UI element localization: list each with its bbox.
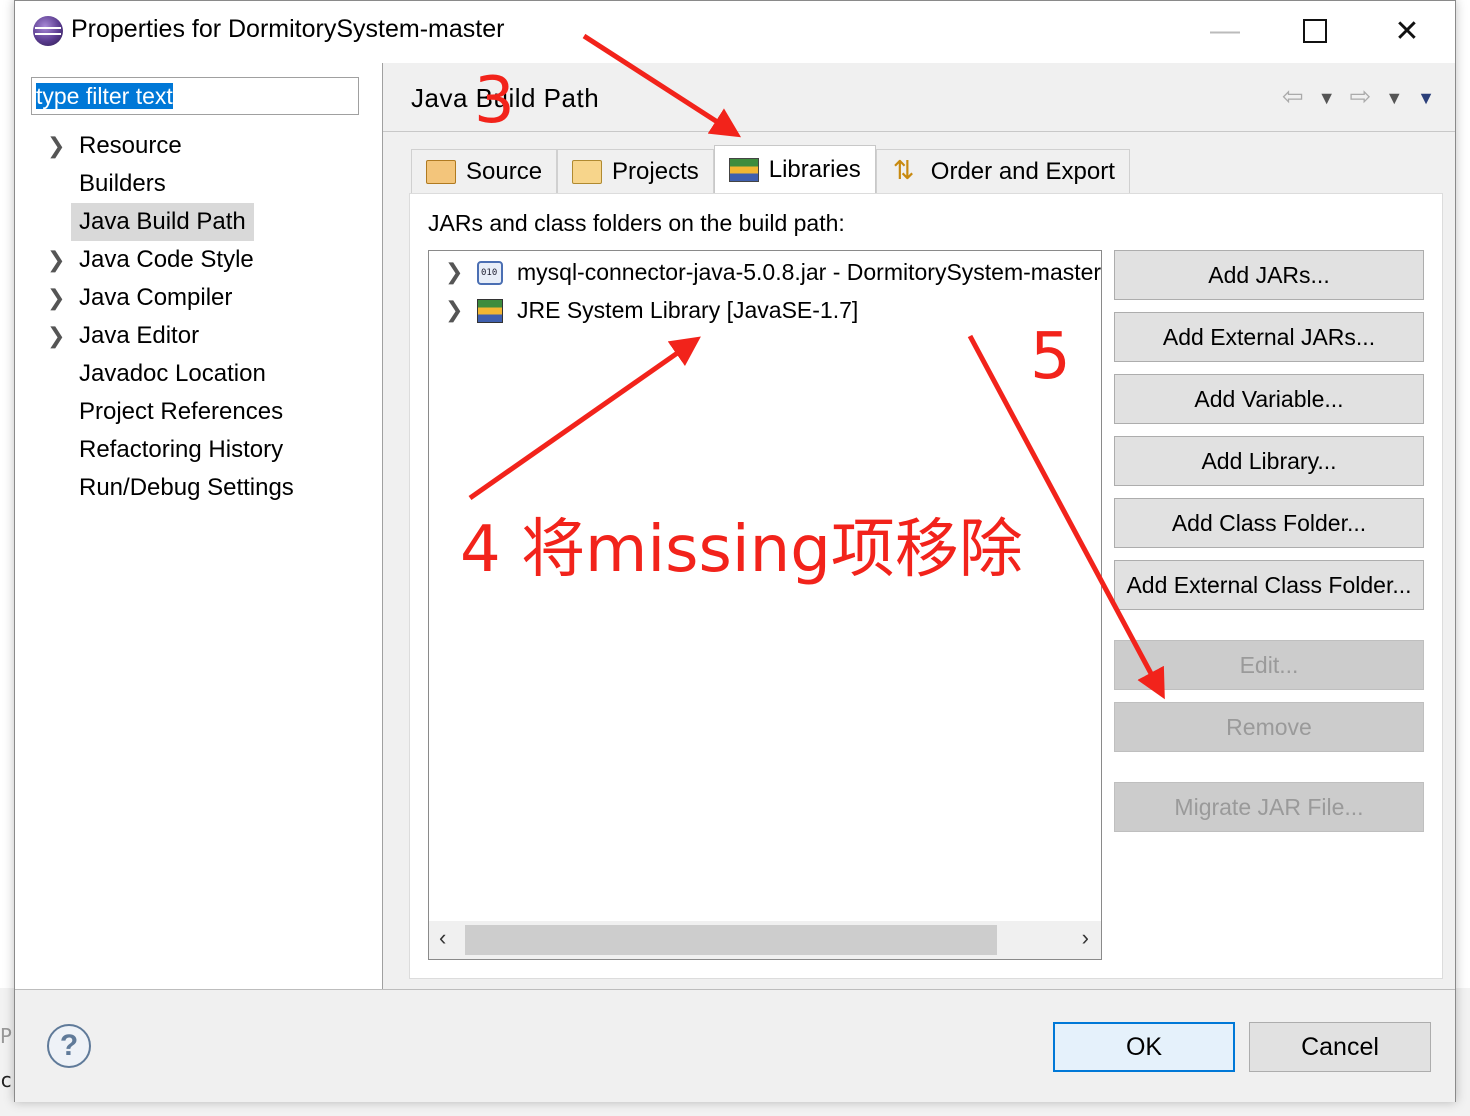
add-external-jars-button[interactable]: Add External JARs...: [1114, 312, 1424, 362]
chevron-right-icon[interactable]: ❯: [47, 127, 67, 165]
tree-item-label: Java Editor: [79, 322, 200, 349]
tree-item-label: Refactoring History: [79, 436, 284, 463]
tab-source[interactable]: Source: [411, 149, 558, 193]
tree-item-resource[interactable]: ❯ Resource: [15, 127, 382, 165]
tree-item-java-compiler[interactable]: ❯ Java Compiler: [15, 279, 382, 317]
tab-label: Source: [466, 157, 543, 185]
tree-item-label: Builders: [79, 170, 166, 197]
add-external-class-folder-button[interactable]: Add External Class Folder...: [1114, 560, 1424, 610]
horizontal-scrollbar[interactable]: ‹ ›: [429, 921, 1101, 959]
maximize-button[interactable]: [1285, 9, 1345, 53]
chevron-right-icon[interactable]: ❯: [47, 241, 67, 279]
tree-item-java-build-path[interactable]: Java Build Path: [15, 203, 382, 241]
jar-file-icon: [477, 261, 503, 285]
tree-item-label: Java Code Style: [79, 246, 254, 273]
back-dropdown-icon[interactable]: ▼: [1318, 81, 1336, 115]
tree-item-label: Project References: [79, 398, 284, 425]
page-navigation: ⇦ ▼ ⇨ ▼ ▼: [1282, 81, 1435, 115]
edit-button[interactable]: Edit...: [1114, 640, 1424, 690]
list-item-jre-library[interactable]: ❯ JRE System Library [JavaSE-1.7]: [429, 291, 1101, 329]
tab-label: Projects: [612, 157, 699, 185]
libraries-icon: [728, 157, 759, 182]
build-path-label: JARs and class folders on the build path…: [428, 210, 845, 236]
close-button[interactable]: ✕: [1377, 9, 1437, 53]
tree-item-builders[interactable]: Builders: [15, 165, 382, 203]
tree-item-refactoring-history[interactable]: Refactoring History: [15, 431, 382, 469]
tab-label: Libraries: [768, 155, 861, 183]
add-variable-button[interactable]: Add Variable...: [1114, 374, 1424, 424]
minimize-button[interactable]: —: [1195, 9, 1255, 53]
tree-item-label: Java Build Path: [71, 203, 254, 241]
right-pane: Java Build Path ⇦ ▼ ⇨ ▼ ▼ Source Project…: [383, 63, 1455, 989]
page-title: Java Build Path: [411, 83, 600, 113]
filter-input-text: type filter text: [36, 83, 173, 109]
help-icon[interactable]: ?: [47, 1024, 91, 1068]
eclipse-icon: [33, 16, 63, 46]
tree-item-label: Run/Debug Settings: [79, 474, 294, 501]
dialog-footer: ? OK Cancel: [15, 989, 1455, 1102]
chevron-right-icon[interactable]: ❯: [47, 317, 67, 355]
add-class-folder-button[interactable]: Add Class Folder...: [1114, 498, 1424, 548]
scrollbar-thumb[interactable]: [465, 925, 997, 955]
jre-library-icon: [477, 299, 503, 323]
cancel-button[interactable]: Cancel: [1249, 1022, 1431, 1072]
chevron-right-icon[interactable]: ❯: [445, 253, 463, 291]
tree-item-run-debug-settings[interactable]: Run/Debug Settings: [15, 469, 382, 507]
build-path-list[interactable]: ❯ mysql-connector-java-5.0.8.jar - Dormi…: [428, 250, 1102, 960]
migrate-jar-button[interactable]: Migrate JAR File...: [1114, 782, 1424, 832]
tab-order-and-export[interactable]: Order and Export: [875, 149, 1130, 193]
source-folder-icon: [426, 159, 456, 184]
projects-folder-icon: [572, 159, 603, 184]
chevron-right-icon[interactable]: ❯: [47, 279, 67, 317]
window-title: Properties for DormitorySystem-master: [71, 15, 505, 43]
tab-strip: Source Projects Libraries Order and Expo…: [411, 145, 1130, 193]
tree-item-project-references[interactable]: Project References: [15, 393, 382, 431]
scroll-left-icon[interactable]: ‹: [439, 925, 446, 951]
forward-dropdown-icon[interactable]: ▼: [1385, 81, 1403, 115]
list-item-text: JRE System Library [JavaSE-1.7]: [517, 297, 859, 323]
tree-item-label: Resource: [79, 132, 182, 159]
filter-input[interactable]: type filter text: [31, 77, 359, 115]
back-arrow-icon[interactable]: ⇦: [1282, 81, 1304, 115]
title-bar: Properties for DormitorySystem-master — …: [15, 1, 1455, 63]
tab-libraries[interactable]: Libraries: [713, 145, 876, 193]
tree-item-label: Javadoc Location: [79, 360, 266, 387]
add-jars-button[interactable]: Add JARs...: [1114, 250, 1424, 300]
ok-button[interactable]: OK: [1053, 1022, 1235, 1072]
list-item-mysql-jar[interactable]: ❯ mysql-connector-java-5.0.8.jar - Dormi…: [429, 253, 1101, 291]
maximize-icon: [1303, 19, 1327, 43]
properties-dialog: Properties for DormitorySystem-master — …: [14, 0, 1456, 1102]
add-library-button[interactable]: Add Library...: [1114, 436, 1424, 486]
chevron-right-icon[interactable]: ❯: [445, 291, 463, 329]
properties-tree: ❯ Resource Builders Java Build Path ❯ Java…: [15, 127, 382, 507]
libraries-panel: JARs and class folders on the build path…: [409, 193, 1443, 979]
page-header: Java Build Path ⇦ ▼ ⇨ ▼ ▼: [383, 63, 1455, 132]
forward-arrow-icon[interactable]: ⇨: [1350, 81, 1372, 115]
tree-item-java-code-style[interactable]: ❯ Java Code Style: [15, 241, 382, 279]
background-text: c: [0, 1068, 13, 1092]
scroll-right-icon[interactable]: ›: [1082, 925, 1089, 951]
order-export-icon: [891, 155, 921, 186]
left-pane: type filter text ❯ Resource Builders Java…: [15, 63, 383, 989]
tab-label: Order and Export: [930, 157, 1115, 185]
tree-item-javadoc-location[interactable]: Javadoc Location: [15, 355, 382, 393]
tree-item-java-editor[interactable]: ❯ Java Editor: [15, 317, 382, 355]
view-menu-icon[interactable]: ▼: [1417, 81, 1435, 115]
tree-item-label: Java Compiler: [79, 284, 233, 311]
list-item-text: mysql-connector-java-5.0.8.jar - Dormito…: [517, 259, 1101, 285]
tab-projects[interactable]: Projects: [557, 149, 714, 193]
remove-button[interactable]: Remove: [1114, 702, 1424, 752]
